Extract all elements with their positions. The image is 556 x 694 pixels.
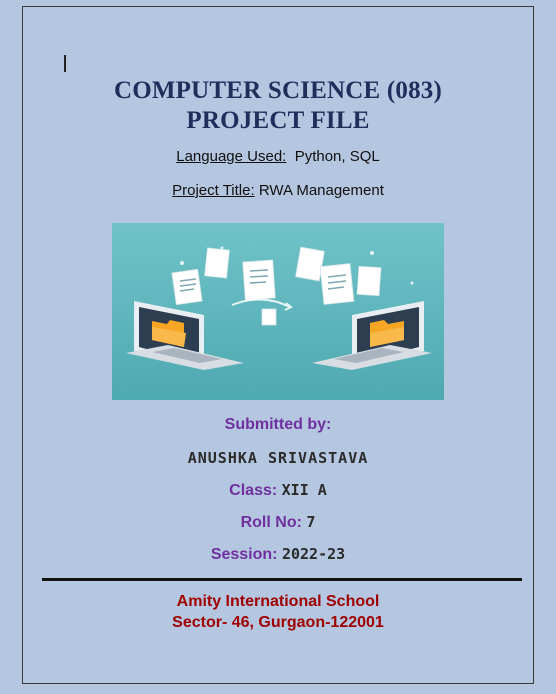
- class-label: Class:: [229, 482, 278, 499]
- session-value: 2022-23: [281, 545, 346, 563]
- class-value: XII A: [281, 481, 327, 499]
- language-used: Language Used: Python, SQL: [0, 148, 556, 165]
- project-label: Project Title:: [172, 182, 255, 199]
- text-cursor: [64, 55, 66, 72]
- language-label: Language Used:: [176, 148, 287, 165]
- project-value: RWA Management: [258, 182, 384, 199]
- horizontal-rule: [42, 578, 522, 581]
- language-value: Python, SQL: [294, 148, 380, 165]
- session-line: Session: 2022-23: [0, 545, 556, 564]
- document-icons: [171, 246, 382, 326]
- student-name: ANUSHKA SRIVASTAVA: [187, 449, 369, 467]
- roll-label: Roll No:: [240, 514, 302, 531]
- class-line: Class: XII A: [0, 481, 556, 500]
- school-name: Amity International School: [176, 593, 380, 610]
- submitted-by-heading: Submitted by:: [224, 416, 332, 433]
- laptops-file-transfer-illustration: [112, 223, 444, 400]
- roll-line: Roll No: 7: [0, 513, 556, 532]
- left-laptop-icon: [126, 301, 244, 370]
- right-laptop-icon: [312, 301, 432, 370]
- title-line-1: COMPUTER SCIENCE (083): [113, 77, 443, 104]
- session-label: Session:: [210, 546, 278, 563]
- school-address: Sector- 46, Gurgaon-122001: [172, 614, 384, 631]
- title-line-2: PROJECT FILE: [186, 107, 370, 134]
- project-title: Project Title: RWA Management: [0, 182, 556, 199]
- roll-value: 7: [306, 513, 316, 531]
